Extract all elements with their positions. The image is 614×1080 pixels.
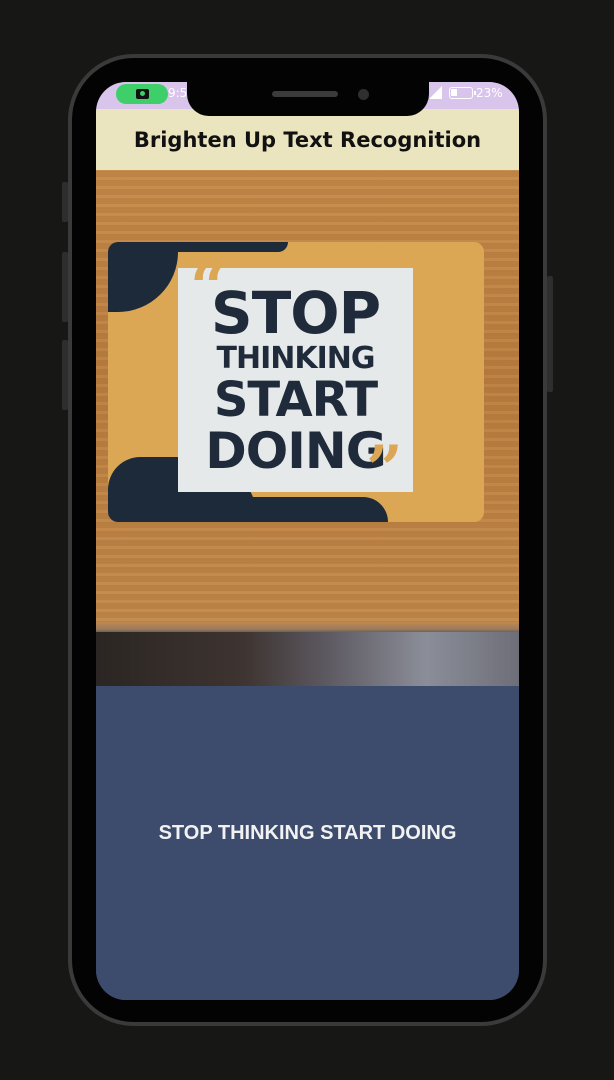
side-button-left-top (62, 182, 68, 222)
recognized-text: STOP THINKING START DOING (158, 821, 457, 844)
poster-line: THINKING (216, 341, 376, 376)
status-time: 9:5 (168, 86, 188, 100)
camera-icon (135, 89, 149, 99)
page-title: Brighten Up Text Recognition (133, 127, 482, 152)
signal-icon (429, 86, 442, 99)
camera-in-use-pill[interactable] (116, 84, 168, 104)
poster-line: START (213, 372, 378, 428)
battery-icon (449, 87, 476, 99)
front-camera (358, 89, 369, 100)
poster-splatter (108, 242, 178, 312)
poster-splatter (228, 497, 388, 522)
poster-line: DOING (205, 422, 386, 480)
close-quote-mark: ” (366, 432, 403, 507)
poster-splatter (168, 242, 288, 252)
battery-percent: 23% (476, 86, 503, 100)
poster-line: STOP (210, 279, 381, 347)
photo-background (96, 632, 519, 686)
side-button-left-mid (62, 252, 68, 322)
side-button-left-bottom (62, 340, 68, 410)
phone-notch (187, 82, 429, 116)
captured-image: STOP THINKING START DOING “ ” (96, 170, 519, 686)
app-screen: 9:5 23% Brighten Up Text Recognition STO… (96, 82, 519, 1000)
app-bar: Brighten Up Text Recognition (96, 109, 519, 170)
recognition-result-panel: STOP THINKING START DOING (96, 686, 519, 1000)
speaker-grille (272, 91, 338, 97)
poster: STOP THINKING START DOING “ ” (108, 242, 484, 522)
open-quote-mark: “ (190, 250, 227, 325)
side-button-right (547, 276, 553, 392)
